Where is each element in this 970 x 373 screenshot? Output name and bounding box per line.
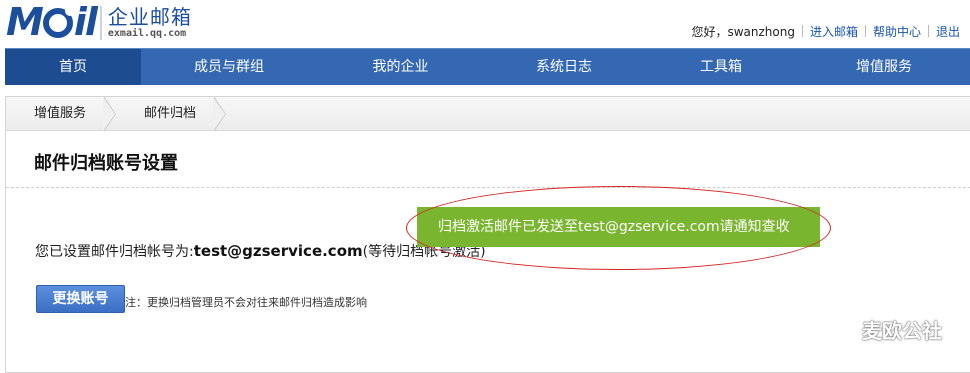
success-toast: 归档激活邮件已发送至test@gzservice.com请通知查收 [417,207,820,247]
logo-mark: Mil [6,0,98,44]
nav-item-toolbox[interactable]: 工具箱 [644,49,798,85]
help-center-link[interactable]: 帮助中心 [873,23,921,40]
divider [927,25,929,37]
change-note: 注：更换归档管理员不会对往来邮件归档造成影响 [125,296,367,309]
nav-item-my-company[interactable]: 我的企业 [317,49,484,85]
divider [864,25,866,37]
watermark-text: 麦欧公社 [862,319,942,343]
brand-name: 企业邮箱 [107,5,192,29]
nav-item-value-added[interactable]: 增值服务 [798,49,970,85]
divider [801,25,803,37]
breadcrumb-separator-icon [213,95,227,132]
watermark: 麦欧公社 [828,315,942,344]
title-divider [6,187,970,188]
breadcrumb-mail-archive: 邮件归档 [144,105,197,121]
brand-domain: exmail.qq.com [107,28,187,39]
logo-divider [99,6,102,40]
main-nav: 首页 成员与群组 我的企业 系统日志 工具箱 增值服务 [5,48,970,85]
change-account-button[interactable]: 更换账号 [36,285,125,313]
nav-item-home[interactable]: 首页 [5,49,141,85]
nav-item-members[interactable]: 成员与群组 [141,49,317,85]
nav-item-system-log[interactable]: 系统日志 [484,49,644,85]
enter-mailbox-link[interactable]: 进入邮箱 [810,23,858,40]
header: Mil 企业邮箱 exmail.qq.com 您好，swanzhong 进入邮箱… [0,0,970,48]
status-prefix: 您已设置邮件归档帐号为: [35,244,194,260]
breadcrumb: 增值服务 邮件归档 [6,95,970,132]
logo[interactable]: Mil 企业邮箱 exmail.qq.com [6,2,192,42]
greeting: 您好，swanzhong [691,24,795,39]
page-title: 邮件归档账号设置 [34,153,178,174]
user-links: 您好，swanzhong 进入邮箱 帮助中心 退出 [691,22,960,40]
breadcrumb-value-added[interactable]: 增值服务 [6,97,104,131]
archive-account: test@gzservice.com [193,242,363,260]
logout-link[interactable]: 退出 [936,23,960,40]
breadcrumb-separator-icon [103,95,117,132]
wechat-icon [828,317,855,340]
